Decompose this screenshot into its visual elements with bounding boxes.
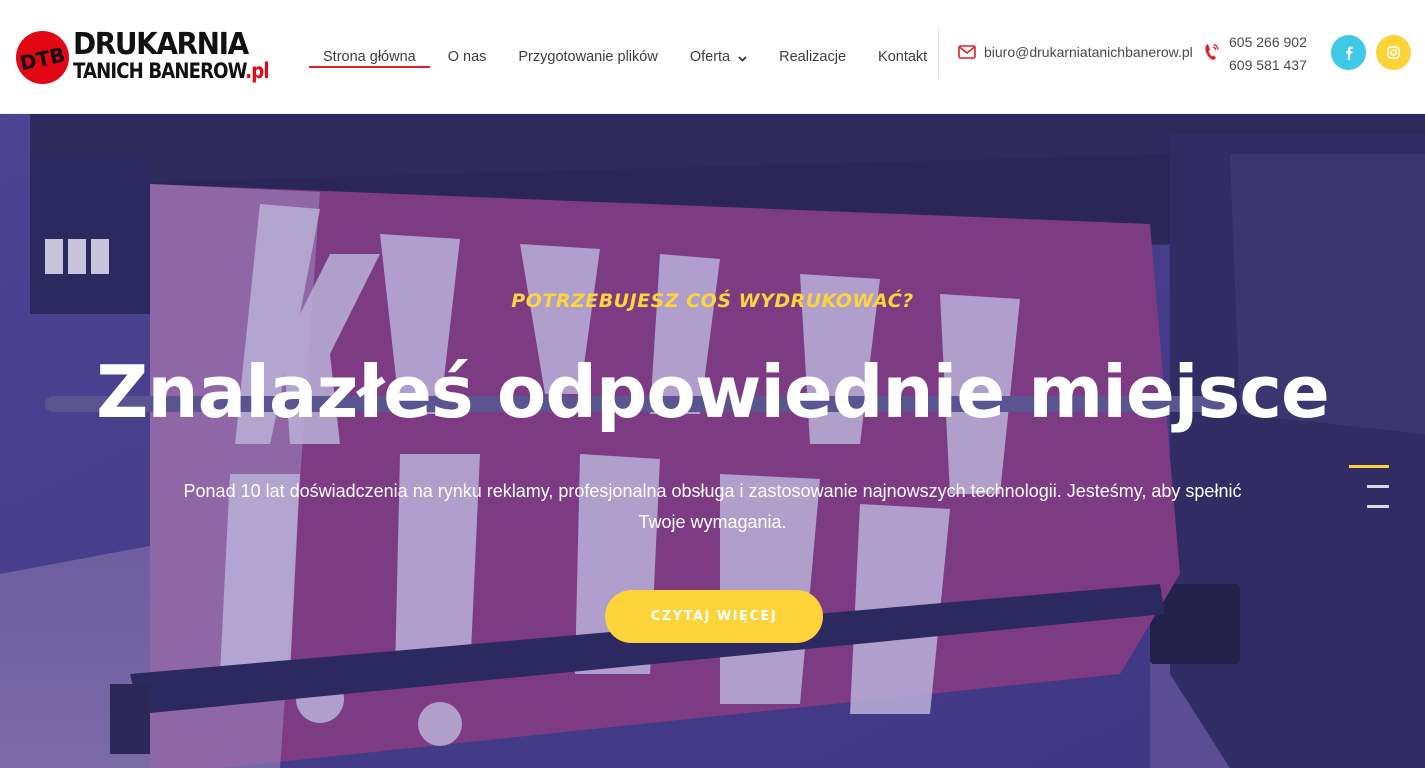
nav-item-label: Strona główna — [323, 49, 416, 65]
email-link[interactable]: biuro@drukarniatanichbanerow.pl — [958, 44, 1193, 60]
hero-slider: POTRZEBUJESZ COŚ WYDRUKOWAĆ? Znalazłeś o… — [0, 114, 1425, 768]
logo-name-line1: DRUKARNIA — [73, 27, 249, 62]
slider-dot-1[interactable] — [1349, 465, 1389, 468]
nav-item-about[interactable]: O nas — [430, 0, 505, 114]
header-divider — [938, 27, 939, 79]
nav-item-file-prep[interactable]: Przygotowanie plików — [504, 0, 671, 114]
nav-item-home[interactable]: Strona główna — [309, 0, 430, 114]
facebook-icon — [1345, 46, 1353, 60]
email-text: biuro@drukarniatanichbanerow.pl — [984, 44, 1193, 60]
hero-background-image — [0, 114, 1425, 768]
phone-number-1[interactable]: 605 266 902 — [1229, 34, 1307, 50]
nav-item-label: Realizacje — [779, 49, 847, 65]
nav-item-label: Kontakt — [878, 49, 928, 65]
main-nav: Strona główna O nas Przygotowanie plików… — [309, 0, 945, 114]
envelope-icon — [958, 45, 976, 59]
hero-subtitle: Ponad 10 lat doświadczenia na rynku rekl… — [183, 481, 1242, 532]
nav-item-contact[interactable]: Kontakt — [860, 0, 945, 114]
nav-item-portfolio[interactable]: Realizacje — [765, 0, 860, 114]
logo-name-main: TANICH BANEROW — [73, 59, 246, 83]
logo-badge-text: DTB — [18, 42, 67, 75]
hero-tagline: POTRZEBUJESZ COŚ WYDRUKOWAĆ? — [511, 290, 914, 312]
nav-item-offer[interactable]: Oferta — [672, 0, 765, 114]
nav-item-label: Przygotowanie plików — [518, 49, 658, 65]
hero-headline: Znalazłeś odpowiednie miejsce — [96, 350, 1330, 434]
nav-item-label: Oferta — [689, 49, 731, 65]
slider-dot-2[interactable] — [1367, 485, 1389, 488]
chevron-down-icon — [738, 55, 747, 62]
slider-dot-3[interactable] — [1367, 505, 1389, 508]
facebook-button[interactable] — [1331, 35, 1366, 70]
read-more-button[interactable]: CZYTAJ WIĘCEJ — [605, 590, 823, 643]
logo-badge: DTB — [16, 31, 69, 84]
logo-name-line2: TANICH BANEROW.pl — [73, 59, 270, 83]
site-logo[interactable]: DTB DRUKARNIA TANICH BANEROW.pl — [16, 27, 270, 85]
nav-item-label: O nas — [447, 49, 487, 65]
logo-tld: .pl — [245, 59, 269, 83]
phone-number-2[interactable]: 609 581 437 — [1229, 57, 1307, 73]
active-underline — [309, 66, 430, 68]
instagram-button[interactable] — [1376, 35, 1411, 70]
site-header: DTB DRUKARNIA TANICH BANEROW.pl Strona g… — [0, 0, 1425, 114]
phone-icon — [1205, 43, 1219, 60]
instagram-icon — [1387, 46, 1400, 59]
